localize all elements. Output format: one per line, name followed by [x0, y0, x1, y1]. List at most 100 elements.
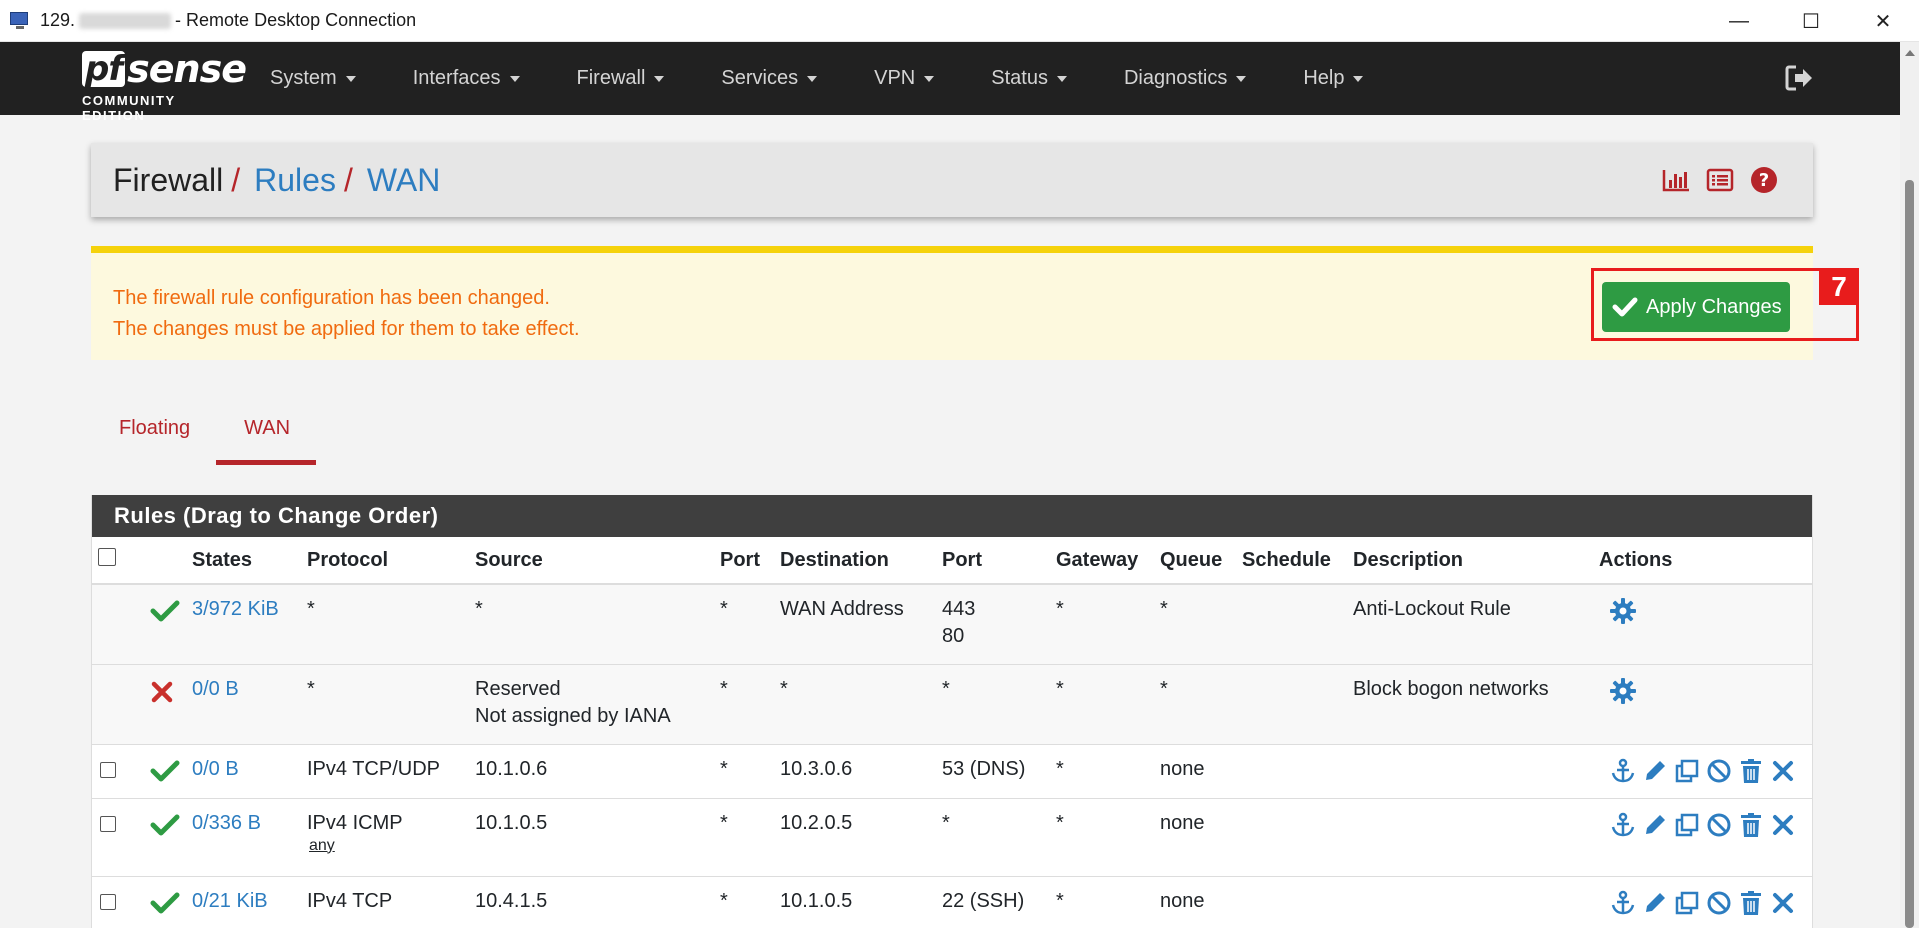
settings-gear-icon[interactable]: [1609, 597, 1637, 625]
rule-checkbox[interactable]: [100, 761, 116, 778]
alert-line-2: The changes must be applied for them to …: [113, 318, 580, 340]
page-scrollbar[interactable]: [1900, 42, 1919, 928]
col-source[interactable]: Source: [475, 537, 720, 585]
col-description[interactable]: Description: [1353, 537, 1599, 585]
anchor-icon[interactable]: [1609, 757, 1637, 785]
anchor-icon[interactable]: [1609, 811, 1637, 839]
rule-states[interactable]: 0/336 B: [192, 799, 307, 835]
rule-description: [1353, 877, 1599, 890]
close-button[interactable]: ✕: [1847, 0, 1919, 42]
disable-icon[interactable]: [1705, 811, 1733, 839]
rule-destination-port: *: [942, 677, 950, 700]
scroll-thumb[interactable]: [1905, 180, 1914, 928]
scroll-up-icon[interactable]: [1905, 50, 1915, 56]
nav-interfaces[interactable]: Interfaces: [413, 67, 520, 90]
minimize-button[interactable]: —: [1703, 0, 1775, 42]
rule-protocol: *: [307, 677, 315, 700]
rule-source-port: *: [720, 598, 728, 620]
rule-states[interactable]: 3/972 KiB: [192, 585, 307, 621]
pass-check-icon[interactable]: [150, 585, 192, 629]
rule-description: Block bogon networks: [1353, 677, 1549, 700]
block-x-icon[interactable]: [150, 665, 192, 710]
rule-row[interactable]: 0/336 B IPv4 ICMP any 10.1.0.5 * 10.2.0.5…: [92, 798, 1812, 877]
copy-icon[interactable]: [1673, 811, 1701, 839]
nav-firewall[interactable]: Firewall: [577, 67, 665, 90]
breadcrumb-panel: Firewall / Rules / WAN ?: [91, 143, 1813, 217]
rule-row[interactable]: 3/972 KiB * * * WAN Address 443 80 * * An…: [92, 584, 1812, 665]
window-title: 129. - Remote Desktop Connection: [40, 10, 416, 31]
list-log-icon[interactable]: [1705, 165, 1735, 195]
delete-x-icon[interactable]: [1769, 889, 1797, 917]
rule-schedule: [1242, 585, 1353, 598]
rule-source-port: *: [720, 677, 728, 700]
copy-icon[interactable]: [1673, 757, 1701, 785]
rule-destination: WAN Address: [780, 598, 904, 620]
col-protocol[interactable]: Protocol: [307, 537, 475, 585]
rule-protocol: *: [307, 598, 315, 620]
disable-icon[interactable]: [1705, 757, 1733, 785]
col-schedule[interactable]: Schedule: [1242, 537, 1353, 585]
col-source-port[interactable]: Port: [720, 537, 780, 585]
nav-system[interactable]: System: [270, 67, 356, 90]
pass-check-icon[interactable]: [150, 745, 192, 789]
nav-diagnostics[interactable]: Diagnostics: [1124, 67, 1247, 90]
logo-sense: sense: [127, 47, 247, 91]
nav-status[interactable]: Status: [991, 67, 1067, 90]
rule-source-port: *: [720, 811, 728, 834]
col-destination[interactable]: Destination: [780, 537, 942, 585]
delete-x-icon[interactable]: [1769, 757, 1797, 785]
rule-queue: none: [1160, 757, 1205, 780]
copy-icon[interactable]: [1673, 889, 1701, 917]
breadcrumb-rules[interactable]: Rules: [254, 162, 336, 199]
rule-row[interactable]: 0/0 B IPv4 TCP/UDP 10.1.0.6 * 10.3.0.6 5…: [92, 744, 1812, 799]
col-gateway[interactable]: Gateway: [1056, 537, 1160, 585]
rule-source: 10.4.1.5: [475, 889, 548, 912]
rule-source-detail: Not assigned by IANA: [475, 704, 671, 727]
rule-destination-port: 53 (DNS): [942, 757, 1026, 780]
caret-down-icon: [654, 75, 665, 82]
col-states[interactable]: States: [192, 537, 307, 585]
delete-x-icon[interactable]: [1769, 811, 1797, 839]
rule-description: [1353, 799, 1599, 812]
rule-icmp-type[interactable]: any: [309, 837, 475, 855]
breadcrumb-wan[interactable]: WAN: [367, 162, 440, 199]
rule-checkbox[interactable]: [100, 893, 116, 910]
nav-help[interactable]: Help: [1303, 67, 1364, 90]
pfsense-logo[interactable]: pf sense COMMUNITY EDITION: [82, 49, 247, 123]
disable-icon[interactable]: [1705, 889, 1733, 917]
breadcrumb: Firewall / Rules / WAN: [113, 162, 440, 199]
bar-chart-icon[interactable]: [1661, 165, 1691, 195]
rule-protocol: IPv4 TCP: [307, 889, 393, 912]
help-question-icon[interactable]: ?: [1749, 165, 1779, 195]
tab-floating[interactable]: Floating: [91, 405, 216, 465]
settings-gear-icon[interactable]: [1609, 677, 1637, 705]
nav-vpn[interactable]: VPN: [874, 67, 935, 90]
rule-description: [1353, 745, 1599, 758]
rule-row[interactable]: 0/21 KiB IPv4 TCP 10.4.1.5 * 10.1.0.5 22…: [92, 876, 1812, 928]
col-destination-port[interactable]: Port: [942, 537, 1056, 585]
delete-trash-icon[interactable]: [1737, 757, 1765, 785]
delete-trash-icon[interactable]: [1737, 889, 1765, 917]
rule-checkbox[interactable]: [100, 815, 116, 832]
table-header-row: States Protocol Source Port Destination …: [92, 537, 1812, 585]
rule-states[interactable]: 0/0 B: [192, 665, 307, 701]
delete-trash-icon[interactable]: [1737, 811, 1765, 839]
select-all-checkbox[interactable]: [98, 548, 116, 566]
anchor-icon[interactable]: [1609, 889, 1637, 917]
rule-states[interactable]: 0/0 B: [192, 745, 307, 781]
edit-pencil-icon[interactable]: [1641, 757, 1669, 785]
edit-pencil-icon[interactable]: [1641, 811, 1669, 839]
rule-states[interactable]: 0/21 KiB: [192, 877, 307, 913]
nav-menu: System Interfaces Firewall Services VPN …: [270, 42, 1420, 115]
maximize-button[interactable]: ☐: [1775, 0, 1847, 42]
tab-wan[interactable]: WAN: [216, 405, 317, 465]
pass-check-icon[interactable]: [150, 799, 192, 843]
caret-down-icon: [1236, 75, 1247, 82]
col-queue[interactable]: Queue: [1160, 537, 1242, 585]
pass-check-icon[interactable]: [150, 877, 192, 921]
nav-services[interactable]: Services: [721, 67, 818, 90]
edit-pencil-icon[interactable]: [1641, 889, 1669, 917]
rule-row[interactable]: 0/0 B * Reserved Not assigned by IANA * *…: [92, 664, 1812, 745]
logout-icon[interactable]: [1784, 64, 1814, 92]
rule-actions: [1599, 665, 1812, 705]
